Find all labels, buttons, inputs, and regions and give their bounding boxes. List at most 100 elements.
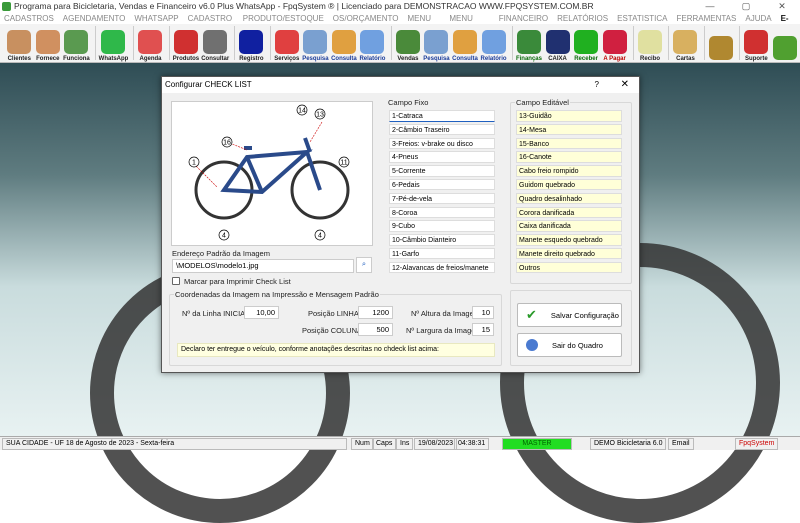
browse-search-button[interactable]: ⌕ — [356, 257, 372, 273]
campo-fixo-item[interactable]: 4-Pneus — [389, 151, 495, 163]
toolbar-produtos-icon — [173, 30, 198, 54]
window-titlebar: Programa para Bicicletaria, Vendas e Fin… — [0, 0, 800, 13]
toolbar-button-consulta[interactable]: Consulta — [331, 24, 358, 62]
campo-editavel-item[interactable]: 14-Mesa — [516, 123, 622, 136]
toolbar-button-receber[interactable]: Receber — [573, 24, 600, 62]
toolbar-button-consultar[interactable]: Consultar — [201, 24, 229, 62]
minimize-button[interactable]: — — [692, 0, 728, 13]
menu-item[interactable]: CADASTROS — [4, 13, 54, 24]
menu-item[interactable]: FERRAMENTAS — [677, 13, 737, 24]
posicao-coluna-input[interactable]: 500 — [358, 323, 393, 336]
campo-fixo-item[interactable]: 10-Câmbio Dianteiro — [389, 234, 495, 246]
campo-editavel-item[interactable]: Corora danificada — [516, 206, 622, 219]
campo-editavel-item[interactable]: Quadro desalinhado — [516, 192, 622, 205]
toolbar-button-relatório[interactable]: Relatório — [480, 24, 507, 62]
toolbar-button-finanças[interactable]: Finanças — [516, 24, 543, 62]
svg-text:16: 16 — [223, 140, 231, 147]
campo-editavel-item[interactable]: Guidom quebrado — [516, 178, 622, 191]
toolbar-consulta-icon — [452, 30, 477, 54]
campo-editavel-item[interactable]: 13-Guidão — [516, 110, 622, 122]
linha-inicial-input[interactable]: 10,00 — [244, 306, 279, 319]
campo-editavel-item[interactable]: Manete esquedo quebrado — [516, 234, 622, 246]
linha-inicial-label: Nº da Linha INICIAL — [182, 309, 250, 318]
toolbar-button-clientes[interactable]: Clientes — [6, 24, 33, 62]
campo-fixo-item[interactable]: 9-Cubo — [389, 220, 495, 232]
menu-item[interactable]: WHATSAPP — [134, 13, 178, 24]
campo-fixo-item[interactable]: 5-Corrente — [389, 165, 495, 177]
maximize-button[interactable]: ▢ — [728, 0, 764, 13]
campo-editavel-item[interactable]: Cabo freio rompido — [516, 165, 622, 177]
campo-fixo-item[interactable]: 6-Pedais — [389, 178, 495, 191]
campo-editavel-item[interactable]: 15-Banco — [516, 137, 622, 150]
toolbar-button-pesquisa[interactable]: Pesquisa — [423, 24, 450, 62]
dialog-title: Configurar CHECK LIST — [165, 80, 252, 89]
toolbar-button-relatório[interactable]: Relatório — [359, 24, 386, 62]
menu-item[interactable]: MENU COMPRAS — [449, 13, 489, 34]
toolbar-button-vendas[interactable]: Vendas — [395, 24, 422, 62]
toolbar-button-item[interactable] — [772, 24, 799, 62]
menu-item[interactable]: OS/ORÇAMENTO — [333, 13, 399, 24]
largura-input[interactable]: 15 — [472, 323, 494, 336]
image-path-input[interactable]: \MODELOS\modelo1.jpg — [172, 259, 354, 273]
toolbar-suporte-icon — [744, 30, 769, 54]
toolbar-button-item[interactable] — [708, 24, 735, 62]
menu-item[interactable]: AGENDAMENTO — [63, 13, 126, 24]
save-config-button[interactable]: ✔ Salvar Configuração — [517, 303, 622, 327]
toolbar-button-funciona[interactable]: Funciona — [63, 24, 90, 62]
campo-fixo-item[interactable]: 3-Freios: v-brake ou disco — [389, 137, 495, 150]
toolbar-registro-icon — [239, 30, 264, 54]
help-button[interactable]: ? — [595, 77, 599, 93]
toolbar-button-registro[interactable]: Registro — [238, 24, 265, 62]
campo-fixo-item[interactable]: 7-Pé-de-vela — [389, 192, 495, 205]
toolbar-button-serviços[interactable]: Serviços — [274, 24, 301, 62]
toolbar-button-whatsapp[interactable]: WhatsApp — [99, 24, 128, 62]
toolbar-button-consulta[interactable]: Consulta — [452, 24, 479, 62]
campo-fixo-item[interactable]: 8-Coroa — [389, 206, 495, 219]
campo-editavel-list: 13-Guidão 14-Mesa 15-Banco 16-Canote Cabo fr… — [516, 110, 622, 274]
exit-dialog-button[interactable]: Sair do Quadro — [517, 333, 622, 357]
menu-item[interactable]: AJUDA — [745, 13, 771, 24]
toolbar-button-label: Suporte — [745, 56, 768, 62]
toolbar-button-label: Receber — [574, 56, 598, 62]
altura-input[interactable]: 10 — [472, 306, 494, 319]
status-email[interactable]: Email — [668, 438, 694, 450]
status-caps: Caps — [372, 438, 397, 450]
menu-item[interactable]: MENU VENDAS — [407, 13, 440, 34]
status-date: 19/08/2023 — [414, 438, 458, 450]
menu-item[interactable]: ESTATISTICA — [617, 13, 667, 24]
campo-editavel-item[interactable]: Manete direito quebrado — [516, 247, 622, 260]
menu-item[interactable]: PRODUTO/ESTOQUE — [243, 13, 324, 24]
campo-fixo-item[interactable]: 12-Alavancas de freios/manete — [389, 261, 495, 274]
toolbar-pesquisa-icon — [303, 30, 328, 54]
toolbar-button-cartas[interactable]: Cartas — [672, 24, 699, 62]
toolbar-separator — [94, 26, 96, 60]
close-button[interactable]: ✕ — [764, 0, 800, 13]
menu-item[interactable]: CADASTRO BICICLETAS — [188, 13, 234, 34]
menu-item[interactable]: E-MAIL — [781, 13, 800, 34]
campo-fixo-list: 1-Catraca 2-Câmbio Traseiro 3-Freios: v-br… — [389, 110, 495, 274]
toolbar-button-a pagar[interactable]: A Pagar — [601, 24, 628, 62]
campo-editavel-item[interactable]: 16-Canote — [516, 151, 622, 163]
toolbar-button-label: Funciona — [63, 56, 90, 62]
toolbar-separator — [632, 26, 634, 60]
toolbar-button-pesquisa[interactable]: Pesquisa — [302, 24, 329, 62]
default-message-input[interactable]: Declaro ter entregue o veículo, conforme… — [177, 343, 495, 357]
campo-editavel-item[interactable]: Caixa danificada — [516, 220, 622, 232]
toolbar-button-caixa[interactable]: CAIXA — [544, 24, 571, 62]
menu-item[interactable]: RELATÓRIOS — [557, 13, 608, 24]
toolbar-button-produtos[interactable]: Produtos — [173, 24, 200, 62]
toolbar-button-suporte[interactable]: Suporte — [743, 24, 770, 62]
campo-fixo-item[interactable]: 11-Garfo — [389, 247, 495, 260]
toolbar-separator — [133, 26, 135, 60]
campo-fixo-item[interactable]: 1-Catraca — [389, 110, 495, 122]
campo-editavel-item[interactable]: Outros — [516, 261, 622, 274]
toolbar-button-agenda[interactable]: Agenda — [137, 24, 164, 62]
toolbar-button-fornece[interactable]: Fornece — [35, 24, 62, 62]
print-checklist-checkbox[interactable] — [172, 277, 180, 285]
toolbar-button-recibo[interactable]: Recibo — [637, 24, 664, 62]
campo-fixo-item[interactable]: 2-Câmbio Traseiro — [389, 123, 495, 136]
menu-item[interactable]: FINANCEIRO — [499, 13, 548, 24]
posicao-linha-input[interactable]: 1200 — [358, 306, 393, 319]
posicao-linha-label: Posição LINHA — [308, 309, 359, 318]
dialog-close-button[interactable]: ✕ — [621, 77, 629, 93]
